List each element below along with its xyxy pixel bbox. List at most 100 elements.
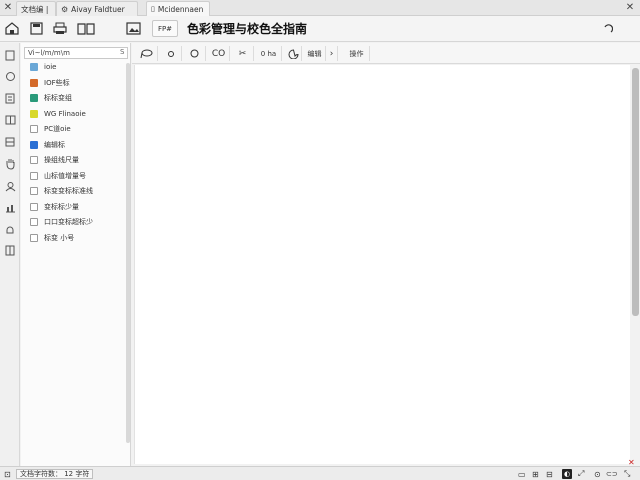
sidebar-item[interactable]: PC道oie [30, 123, 71, 135]
sidebar-item-label: 标变 小号 [44, 233, 75, 242]
layout-icon[interactable]: ⊟ [546, 469, 553, 479]
canvas-scrollbar[interactable] [632, 68, 639, 316]
book-icon [77, 22, 95, 35]
scissors-icon: ✂ [238, 48, 247, 59]
sidebar-item[interactable]: 编辑标 [30, 139, 65, 151]
chevron-right-icon[interactable]: › [326, 46, 338, 61]
app-close-x-icon[interactable]: ✕ [3, 2, 13, 13]
sidebar-item-label: WG Flinaoie [44, 109, 86, 118]
grid-icon[interactable]: ⊞ [532, 469, 539, 479]
rail-doc-icon[interactable] [3, 243, 17, 257]
save-button[interactable] [28, 20, 44, 37]
checkbox[interactable] [30, 156, 38, 164]
zoom-slider[interactable]: ⊂⊃ [606, 469, 618, 479]
icon-rail [0, 43, 20, 466]
zoom-button[interactable]: 0 ha [256, 46, 282, 61]
fullscreen-icon[interactable]: ⤡ [624, 469, 630, 479]
rail-bell-icon[interactable] [3, 223, 17, 237]
sidebar-item[interactable]: 山标值增量号 [30, 170, 86, 182]
sidebar-item[interactable]: 标变 小号 [30, 232, 74, 244]
rail-people-icon[interactable] [3, 179, 17, 193]
zoom-icon[interactable]: ⊙ [594, 469, 601, 479]
rail-grid-icon[interactable] [3, 113, 17, 127]
sidebar-item[interactable]: WG Flinaoie [30, 108, 86, 120]
cut-tool-button[interactable]: ✂ [232, 46, 254, 61]
tab-bar: ✕ 文档编 | ⚙ Aivay Faldtuer ▯ Mcidennaen ✕ [0, 0, 640, 16]
sidebar-item-label: ioie [44, 63, 57, 71]
checkbox[interactable] [30, 63, 38, 71]
lasso-tool-button[interactable] [136, 46, 158, 61]
checkbox[interactable] [30, 109, 38, 118]
ruler-icon[interactable]: ▭ [518, 469, 526, 479]
home-button[interactable] [4, 20, 20, 37]
dot-tool-button[interactable] [160, 46, 182, 61]
rail-pages-icon[interactable] [3, 48, 17, 62]
checkbox[interactable] [30, 140, 38, 149]
palette-icon [288, 48, 299, 59]
sidebar-item-label: 标变变标标准线 [44, 187, 93, 195]
palette-button[interactable] [286, 46, 302, 61]
sidebar-item-label: 操组线尺量 [44, 156, 79, 164]
sidebar-item[interactable]: 操组线尺量 [30, 154, 79, 166]
error-indicator-icon: ✕ [628, 458, 635, 467]
search-value: Vi~l/m/m\m [28, 49, 70, 57]
sidebar-item[interactable]: 口口变标超标少 [30, 216, 93, 228]
checkbox[interactable] [30, 233, 38, 242]
expand-icon[interactable]: ⤢ [578, 469, 584, 479]
tab-active[interactable]: ▯ Mcidennaen [146, 1, 210, 16]
checkbox[interactable] [30, 187, 38, 195]
sidebar-scrollbar[interactable] [126, 63, 130, 443]
rail-table-icon[interactable] [3, 135, 17, 149]
undo-button[interactable] [601, 20, 615, 37]
share-button[interactable]: FP# [152, 20, 178, 37]
search-icon[interactable]: S [120, 48, 124, 56]
main-toolbar: FP# 色彩管理与校色全指南 [0, 16, 640, 42]
sidebar-search-input[interactable]: Vi~l/m/m\m [24, 47, 128, 59]
sidebar-item-label: 口口变标超标少 [44, 218, 93, 226]
rail-chart-icon[interactable] [3, 201, 17, 215]
sidebar-item[interactable]: ioie [30, 61, 56, 73]
rail-shapes-icon[interactable] [3, 69, 17, 83]
sidebar-item-label: IOF些标 [44, 78, 70, 87]
ellipse-tool-button[interactable] [184, 46, 206, 61]
tab-aivay[interactable]: ⚙ Aivay Faldtuer [56, 1, 138, 16]
document-title: 色彩管理与校色全指南 [187, 22, 308, 36]
checkbox[interactable] [30, 78, 38, 87]
image-button[interactable] [124, 20, 142, 37]
checkbox[interactable] [30, 218, 38, 226]
checkbox[interactable] [30, 202, 38, 211]
style-menu[interactable]: 编辑 [304, 46, 326, 61]
status-bar: ⊡ 文档字符数： 12 字符 ▭ ⊞ ⊟ ◐ ⤢ ⊙ ⊂⊃ ⤡ [0, 466, 640, 480]
lock-icon[interactable]: ⊡ [4, 469, 11, 479]
image-icon [125, 22, 141, 35]
rail-layers-icon[interactable] [3, 91, 17, 105]
view-menu[interactable]: 操作 [344, 46, 370, 61]
print-button[interactable] [52, 20, 68, 37]
tab-label: 文档编 | [21, 4, 49, 14]
sidebar-item[interactable]: IOF些标 [30, 77, 70, 89]
save-icon [29, 22, 43, 35]
sidebar: Vi~l/m/m\m S ioie IOF些标标标变组 WG Flinaoie PC道… [21, 43, 131, 466]
tab-document[interactable]: 文档编 | [16, 1, 56, 16]
co-tool-button[interactable]: CO [208, 46, 230, 61]
sidebar-item-label: 山标值增量号 [44, 171, 86, 180]
checkbox[interactable] [30, 94, 38, 102]
sidebar-item[interactable]: 标标变组 [30, 92, 72, 104]
gear-icon: ⚙ [61, 4, 69, 14]
page-icon: ▯ [151, 5, 155, 13]
layout-button[interactable] [76, 20, 96, 37]
window-close-icon[interactable]: ✕ [625, 2, 635, 13]
sidebar-item[interactable]: 变标标少量 [30, 201, 79, 213]
checkbox[interactable] [30, 171, 38, 180]
circle-small-icon [167, 50, 174, 57]
print-icon [53, 22, 67, 34]
rail-hand-icon[interactable] [3, 157, 17, 171]
sidebar-item-label: 标标变组 [44, 94, 72, 102]
sidebar-item[interactable]: 标变变标标准线 [30, 185, 93, 197]
dark-mode-icon[interactable]: ◐ [562, 469, 572, 479]
sidebar-item-label: 变标标少量 [44, 202, 79, 211]
editor-canvas[interactable] [134, 65, 630, 464]
undo-icon [604, 23, 613, 32]
checkbox[interactable] [30, 125, 38, 133]
circle-icon [190, 49, 199, 58]
